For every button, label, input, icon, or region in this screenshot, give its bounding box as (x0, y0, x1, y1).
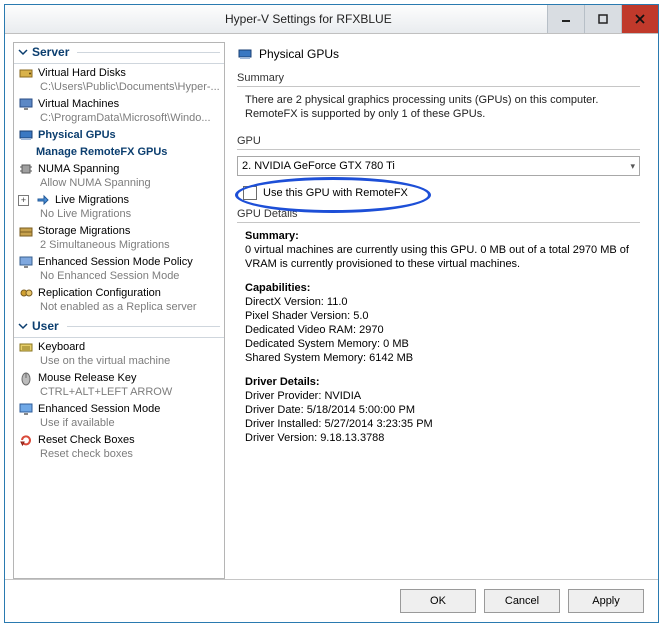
gpu-details-label: GPU Details (237, 208, 640, 220)
drive-icon (18, 65, 34, 81)
collapse-icon[interactable] (18, 321, 28, 331)
mouse-icon (18, 370, 34, 386)
storage-icon (18, 223, 34, 239)
sidebar-item-manage-remotefx[interactable]: Manage RemoteFX GPUs (14, 144, 224, 160)
chevron-down-icon: ▾ (630, 161, 635, 172)
summary-group-label: Summary (237, 72, 640, 84)
gpu-group-label: GPU (237, 135, 640, 147)
sidebar-item-reset-checkboxes[interactable]: Reset Check Boxes Reset check boxes (14, 431, 224, 462)
use-gpu-remotefx-checkbox[interactable] (243, 186, 257, 200)
sidebar-item-live-migrations[interactable]: +Live Migrations No Live Migrations (14, 191, 224, 222)
settings-tree[interactable]: Server Virtual Hard Disks C:\Users\Publi… (13, 42, 225, 579)
window-title: Hyper-V Settings for RFXBLUE (225, 5, 547, 33)
cancel-button[interactable]: Cancel (484, 589, 560, 613)
session-icon (18, 401, 34, 417)
chip-icon (18, 161, 34, 177)
close-button[interactable] (621, 5, 658, 33)
sidebar-item-storage-migrations[interactable]: Storage Migrations 2 Simultaneous Migrat… (14, 222, 224, 253)
panel-header: Physical GPUs (237, 46, 640, 62)
titlebar: Hyper-V Settings for RFXBLUE (5, 5, 658, 34)
monitor-icon (18, 96, 34, 112)
sidebar-item-physical-gpus[interactable]: Physical GPUs (14, 126, 224, 144)
minimize-button[interactable] (547, 5, 584, 33)
reset-icon (18, 432, 34, 448)
gpu-icon (237, 46, 253, 62)
maximize-button[interactable] (584, 5, 621, 33)
apply-button[interactable]: Apply (568, 589, 644, 613)
sidebar-item-virtual-machines[interactable]: Virtual Machines C:\ProgramData\Microsof… (14, 95, 224, 126)
sidebar-item-virtual-hard-disks[interactable]: Virtual Hard Disks C:\Users\Public\Docum… (14, 64, 224, 95)
summary-text: There are 2 physical graphics processing… (245, 93, 636, 121)
keyboard-icon (18, 339, 34, 355)
policy-icon (18, 254, 34, 270)
use-gpu-remotefx-label: Use this GPU with RemoteFX (263, 187, 408, 199)
settings-dialog: Hyper-V Settings for RFXBLUE Server (4, 4, 659, 623)
gpu-details: Summary:0 virtual machines are currently… (245, 229, 640, 445)
sidebar-item-keyboard[interactable]: Keyboard Use on the virtual machine (14, 338, 224, 369)
details-panel: Physical GPUs Summary There are 2 physic… (231, 42, 650, 579)
dialog-footer: OK Cancel Apply (5, 579, 658, 622)
sidebar-item-enhanced-session-policy[interactable]: Enhanced Session Mode Policy No Enhanced… (14, 253, 224, 284)
section-header-server: Server (14, 43, 224, 64)
expand-icon[interactable]: + (18, 195, 29, 206)
gpu-dropdown[interactable]: 2. NVIDIA GeForce GTX 780 Ti ▾ (237, 156, 640, 176)
sidebar-item-enhanced-session-mode[interactable]: Enhanced Session Mode Use if available (14, 400, 224, 431)
migration-icon (35, 192, 51, 208)
ok-button[interactable]: OK (400, 589, 476, 613)
section-header-user: User (14, 317, 224, 338)
collapse-icon[interactable] (18, 47, 28, 57)
replication-icon (18, 285, 34, 301)
sidebar-item-replication-config[interactable]: Replication Configuration Not enabled as… (14, 284, 224, 315)
sidebar-item-mouse-release[interactable]: Mouse Release Key CTRL+ALT+LEFT ARROW (14, 369, 224, 400)
gpu-icon (18, 127, 34, 143)
gpu-dropdown-value: 2. NVIDIA GeForce GTX 780 Ti (242, 160, 395, 172)
sidebar-item-numa-spanning[interactable]: NUMA Spanning Allow NUMA Spanning (14, 160, 224, 191)
